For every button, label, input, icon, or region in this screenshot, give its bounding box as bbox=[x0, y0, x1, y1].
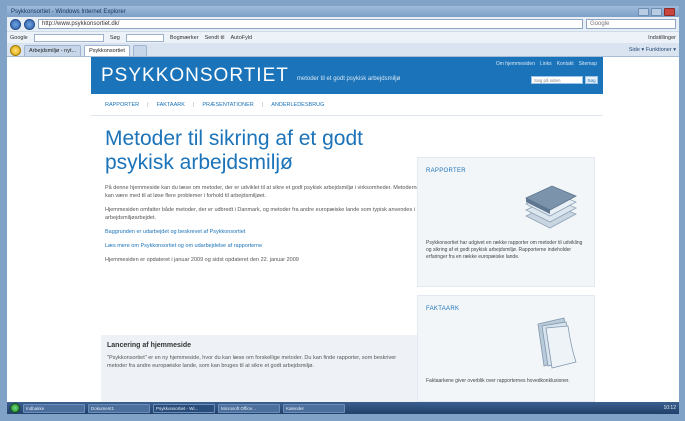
google-label: Google bbox=[10, 34, 28, 41]
toolbar-item-autofill[interactable]: AutoFyld bbox=[230, 35, 252, 41]
intro-paragraph: Hjemmesiden omfatter både metoder, der e… bbox=[105, 207, 415, 221]
site-search-input[interactable]: Søg på siden bbox=[531, 76, 583, 84]
toolbar-item-settings[interactable]: Indstillinger bbox=[648, 35, 676, 41]
taskbar-item[interactable]: Kalender bbox=[283, 403, 345, 413]
browser-search-input[interactable]: Google bbox=[586, 19, 676, 29]
toolbar-item-send[interactable]: Sendt til bbox=[205, 35, 225, 41]
taskbar-item[interactable]: Microsoft Office... bbox=[218, 403, 280, 413]
sidebar-box-faktaark[interactable]: FAKTAARK Faktaarkene giver overblik over… bbox=[417, 295, 595, 402]
site-tagline: metoder til et godt psykisk arbejdsmiljø bbox=[296, 75, 401, 82]
title-bar: Psykkonsortiet - Windows Internet Explor… bbox=[7, 6, 679, 17]
website: PSYKKONSORTIET metoder til et godt psyki… bbox=[91, 57, 603, 402]
address-bar-row: http://www.psykkonsortiet.dk/ Google bbox=[7, 17, 679, 31]
updated-note: Hjemmesiden er opdateret i januar 2009 o… bbox=[105, 257, 299, 263]
toolbar-dropdown[interactable] bbox=[125, 33, 164, 42]
nav-item-anderledesbrug[interactable]: ANDERLEDESBRUG bbox=[271, 102, 324, 108]
section-text: "Psykkonsortiet" er en ny hjemmeside, hv… bbox=[107, 355, 397, 369]
launch-section: Lancering af hjemmeside "Psykkonsortiet"… bbox=[101, 335, 421, 402]
nav-separator: | bbox=[261, 101, 264, 108]
taskbar-item[interactable]: Dokument1 bbox=[88, 403, 150, 413]
favorites-star-icon[interactable] bbox=[10, 45, 21, 56]
minimize-button[interactable] bbox=[638, 7, 649, 16]
taskbar-item[interactable]: Indbakke bbox=[23, 403, 85, 413]
intro-paragraph: På denne hjemmeside kan du læse om metod… bbox=[105, 185, 420, 199]
page-tools-menu[interactable]: Side ▾ Funktioner ▾ bbox=[629, 45, 676, 56]
tab-strip: Arbejdsmiljø - nyt... Psykkonsortiet Sid… bbox=[7, 43, 679, 57]
utility-links: Om hjemmesiden Links Kontakt Sitemap bbox=[496, 61, 597, 67]
address-input[interactable]: http://www.psykkonsortiet.dk/ bbox=[38, 19, 583, 29]
site-search-button[interactable]: Søg bbox=[585, 76, 598, 84]
site-logo[interactable]: PSYKKONSORTIET bbox=[101, 65, 289, 87]
util-link-sitemap[interactable]: Sitemap bbox=[579, 61, 597, 67]
page-viewport: PSYKKONSORTIET metoder til et godt psyki… bbox=[7, 57, 679, 402]
forward-icon[interactable] bbox=[24, 18, 35, 30]
sidebar-title[interactable]: RAPPORTER bbox=[426, 168, 594, 174]
util-link-links[interactable]: Links bbox=[540, 61, 552, 67]
windows-taskbar: Indbakke Dokument1 Psykkonsortiet - Wi..… bbox=[7, 402, 679, 414]
nav-item-praesentationer[interactable]: PRÆSENTATIONER bbox=[202, 102, 253, 108]
content-link[interactable]: Læs mere om Psykkonsortiet og om udarbej… bbox=[105, 242, 420, 250]
nav-item-rapporter[interactable]: RAPPORTER bbox=[105, 102, 139, 108]
report-stack-icon bbox=[525, 185, 577, 229]
section-title: Lancering af hjemmeside bbox=[107, 342, 192, 349]
nav-separator: | bbox=[192, 101, 195, 108]
nav-item-faktaark[interactable]: FAKTAARK bbox=[157, 102, 185, 108]
toolbar-item-search[interactable]: Søg bbox=[110, 35, 120, 41]
sidebar-text: Psykkonsortiet har udgivet en række rapp… bbox=[426, 240, 583, 260]
new-tab-button[interactable] bbox=[132, 45, 147, 56]
google-search-input[interactable] bbox=[33, 33, 104, 42]
toolbar-item-bookmarks[interactable]: Bogmærker bbox=[170, 35, 199, 41]
main-nav: RAPPORTER | FAKTAARK | PRÆSENTATIONER | … bbox=[91, 94, 603, 116]
sidebar-text: Faktaarkene giver overblik over rapporte… bbox=[426, 378, 570, 384]
util-link-about[interactable]: Om hjemmesiden bbox=[496, 61, 535, 67]
taskbar-item[interactable]: Psykkonsortiet - Wi... bbox=[153, 403, 215, 413]
sidebar-box-rapporter[interactable]: RAPPORTER Psykkonsortiet har udgivet en … bbox=[417, 157, 595, 287]
factsheet-pages-icon bbox=[537, 317, 577, 369]
tab-arbejdsmiljo[interactable]: Arbejdsmiljø - nyt... bbox=[24, 45, 82, 56]
google-toolbar: Google Søg Bogmærker Sendt til AutoFyld … bbox=[7, 31, 679, 43]
site-banner: PSYKKONSORTIET metoder til et godt psyki… bbox=[91, 57, 603, 94]
browser-window: Psykkonsortiet - Windows Internet Explor… bbox=[7, 6, 679, 414]
tab-psykkonsortiet[interactable]: Psykkonsortiet bbox=[84, 45, 130, 56]
close-button[interactable] bbox=[664, 7, 675, 16]
back-icon[interactable] bbox=[10, 18, 21, 30]
content-link[interactable]: Baggrunden er udarbejdet og beskrevet af… bbox=[105, 228, 420, 236]
system-clock: 10:12 bbox=[663, 405, 676, 411]
main-content: Metoder til sikring af et godt psykisk a… bbox=[105, 127, 420, 270]
maximize-button[interactable] bbox=[651, 7, 662, 16]
page-title: Metoder til sikring af et godt psykisk a… bbox=[105, 127, 363, 174]
window-title: Psykkonsortiet - Windows Internet Explor… bbox=[11, 8, 126, 15]
nav-separator: | bbox=[147, 101, 149, 108]
sidebar-title[interactable]: FAKTAARK bbox=[426, 306, 594, 312]
util-link-contact[interactable]: Kontakt bbox=[557, 61, 574, 67]
start-button[interactable] bbox=[10, 403, 20, 413]
